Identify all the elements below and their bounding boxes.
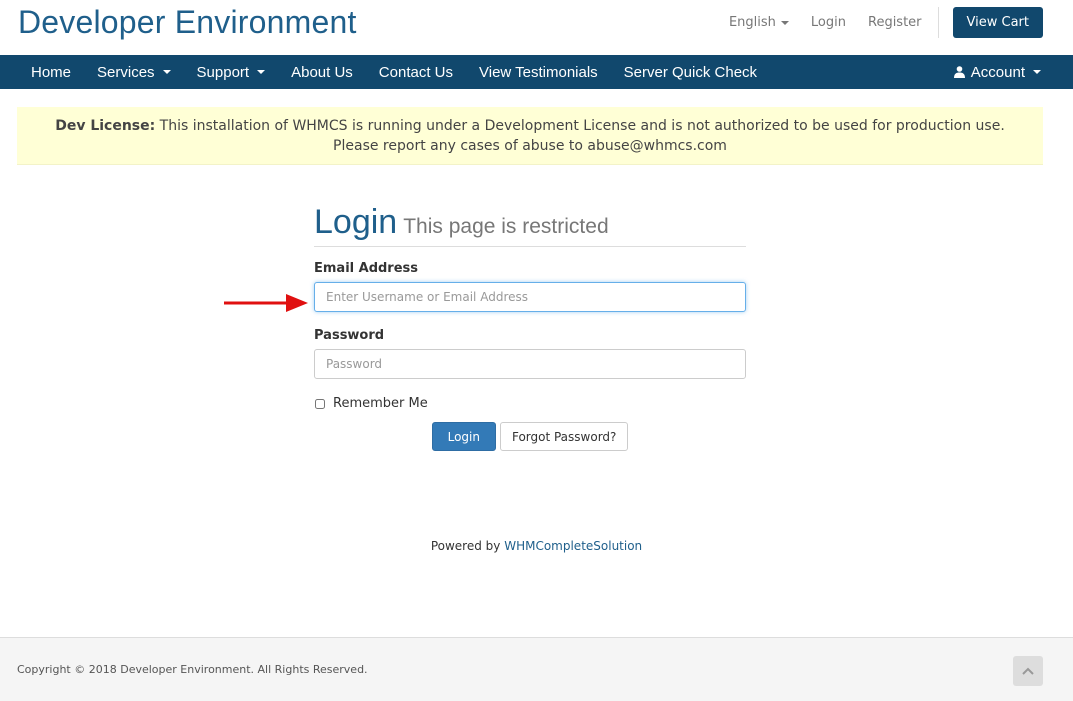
- login-buttons: Login Forgot Password?: [314, 422, 746, 451]
- main-navbar: Home Services Support About Us Contact U…: [0, 55, 1073, 89]
- nav-about[interactable]: About Us: [278, 55, 366, 89]
- banner-text: This installation of WHMCS is running un…: [155, 118, 1005, 154]
- copyright-text: Copyright © 2018 Developer Environment. …: [17, 663, 368, 676]
- forgot-password-button[interactable]: Forgot Password?: [499, 422, 629, 451]
- top-links: English Login Register View Cart: [707, 7, 1043, 38]
- login-panel: Login This page is restricted Email Addre…: [314, 203, 746, 451]
- dev-license-banner: Dev License: This installation of WHMCS …: [17, 107, 1043, 165]
- nav-contact[interactable]: Contact Us: [366, 55, 466, 89]
- nav-services[interactable]: Services: [84, 55, 184, 89]
- caret-down-icon: [162, 70, 171, 74]
- login-header: Login This page is restricted: [314, 203, 746, 247]
- powered-by-prefix: Powered by: [430, 539, 505, 553]
- login-link[interactable]: Login: [811, 15, 846, 30]
- email-input[interactable]: [314, 282, 746, 312]
- nav-support-label: Support: [196, 63, 250, 81]
- nav-account[interactable]: Account: [953, 55, 1041, 89]
- nav-testimonials[interactable]: View Testimonials: [466, 55, 611, 89]
- whmcs-link[interactable]: WHMCompleteSolution: [504, 539, 642, 553]
- user-icon: [953, 66, 965, 78]
- remember-me-label[interactable]: Remember Me: [333, 396, 428, 411]
- register-link[interactable]: Register: [868, 15, 922, 30]
- nav-account-label: Account: [970, 63, 1025, 81]
- language-dropdown[interactable]: English: [729, 15, 789, 30]
- brand-title[interactable]: Developer Environment: [18, 4, 357, 41]
- caret-down-icon: [1033, 70, 1041, 74]
- remember-me-row: Remember Me: [314, 396, 746, 411]
- remember-me-checkbox[interactable]: [315, 398, 325, 409]
- chevron-up-icon: [1022, 667, 1034, 675]
- nav-server-check-label: Server Quick Check: [623, 63, 758, 81]
- caret-down-icon: [257, 70, 266, 74]
- nav-support[interactable]: Support: [184, 55, 279, 89]
- login-title: Login: [314, 203, 398, 241]
- login-button[interactable]: Login: [431, 422, 496, 451]
- powered-by: Powered by WHMCompleteSolution: [0, 539, 1073, 553]
- top-header: Developer Environment English Login Regi…: [0, 0, 1073, 55]
- password-input[interactable]: [314, 349, 746, 379]
- red-arrow-icon: [224, 294, 308, 312]
- password-label: Password: [314, 328, 385, 343]
- top-divider: [937, 7, 939, 38]
- nav-items: Home Services Support About Us Contact U…: [18, 55, 770, 89]
- login-subtitle: This page is restricted: [403, 215, 609, 238]
- email-label: Email Address: [314, 261, 419, 276]
- banner-label: Dev License:: [55, 118, 156, 134]
- back-to-top-button[interactable]: [1013, 656, 1043, 686]
- nav-server-check[interactable]: Server Quick Check: [611, 55, 770, 89]
- footer: Copyright © 2018 Developer Environment. …: [0, 637, 1073, 701]
- nav-contact-label: Contact Us: [378, 63, 453, 81]
- nav-home-label: Home: [31, 63, 72, 81]
- nav-home[interactable]: Home: [18, 55, 84, 89]
- language-label: English: [728, 15, 776, 30]
- nav-testimonials-label: View Testimonials: [479, 63, 598, 81]
- nav-services-label: Services: [97, 63, 155, 81]
- caret-down-icon: [780, 20, 789, 25]
- view-cart-button[interactable]: View Cart: [952, 7, 1043, 38]
- nav-about-label: About Us: [291, 63, 353, 81]
